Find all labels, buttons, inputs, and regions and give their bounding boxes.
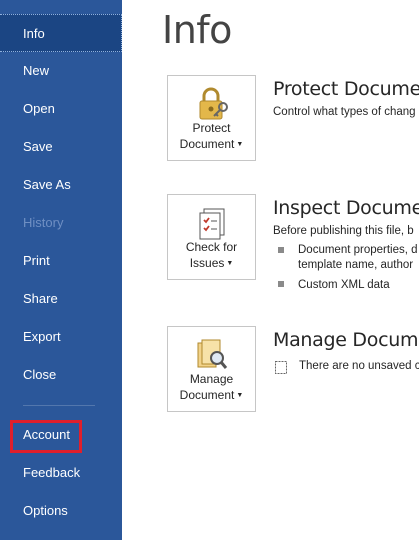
document-icon xyxy=(275,361,287,374)
lock-key-icon xyxy=(199,87,228,120)
nav-info[interactable]: Info xyxy=(0,14,122,52)
protect-document-description: Control what types of chang xyxy=(273,106,416,118)
bullet-icon xyxy=(278,247,284,253)
nav-new[interactable]: New xyxy=(0,52,122,90)
nav-share[interactable]: Share xyxy=(0,280,122,318)
check-for-issues-label-1: Check for xyxy=(185,240,238,254)
bullet-icon xyxy=(278,281,284,287)
page-title: Info xyxy=(162,8,232,52)
check-for-issues-button[interactable]: Check for Issues ▼ xyxy=(167,194,256,280)
manage-document-label-2: Document ▼ xyxy=(179,388,244,402)
bullet-line: template name, author xyxy=(298,259,414,271)
document-search-icon xyxy=(197,339,228,369)
check-for-issues-label-2: Issues ▼ xyxy=(189,256,234,270)
nav-export[interactable]: Export xyxy=(0,318,122,356)
bullet-custom-xml: Custom XML data xyxy=(298,279,390,291)
nav-print[interactable]: Print xyxy=(0,242,122,280)
nav-save-as[interactable]: Save As xyxy=(0,166,122,204)
checklist-icon xyxy=(199,208,225,240)
inspect-document-description: Before publishing this file, b xyxy=(273,225,414,237)
manage-document-button[interactable]: Manage Document ▼ xyxy=(167,326,256,412)
dropdown-caret-icon: ▼ xyxy=(236,140,244,148)
manage-document-title: Manage Document xyxy=(273,329,419,351)
manage-document-description: There are no unsaved c xyxy=(299,360,419,372)
bullet-document-properties: Document properties, d template name, au… xyxy=(298,243,418,273)
dropdown-caret-icon: ▼ xyxy=(236,391,244,399)
nav-close[interactable]: Close xyxy=(0,356,122,394)
nav-account[interactable]: Account xyxy=(0,416,122,454)
nav-save[interactable]: Save xyxy=(0,128,122,166)
protect-document-button[interactable]: Protect Document ▼ xyxy=(167,75,256,161)
nav-history: History xyxy=(23,215,64,230)
protect-document-title: Protect Document xyxy=(273,78,419,100)
info-pane: Info Protect Document▼ Protect Document … xyxy=(122,0,419,540)
manage-document-label-1: Manage xyxy=(189,372,234,386)
backstage-sidebar: Info New Open Save Save As History Print… xyxy=(0,0,122,540)
nav-feedback[interactable]: Feedback xyxy=(0,454,122,492)
inspect-document-title: Inspect Document xyxy=(273,197,419,219)
nav-options[interactable]: Options xyxy=(0,492,122,530)
nav-open[interactable]: Open xyxy=(0,90,122,128)
protect-document-label-2: Document ▼ xyxy=(179,137,244,151)
dropdown-caret-icon: ▼ xyxy=(226,259,234,267)
nav-separator xyxy=(23,405,95,406)
protect-document-label-1: Protect xyxy=(192,121,231,135)
bullet-line: Document properties, d xyxy=(298,244,418,256)
